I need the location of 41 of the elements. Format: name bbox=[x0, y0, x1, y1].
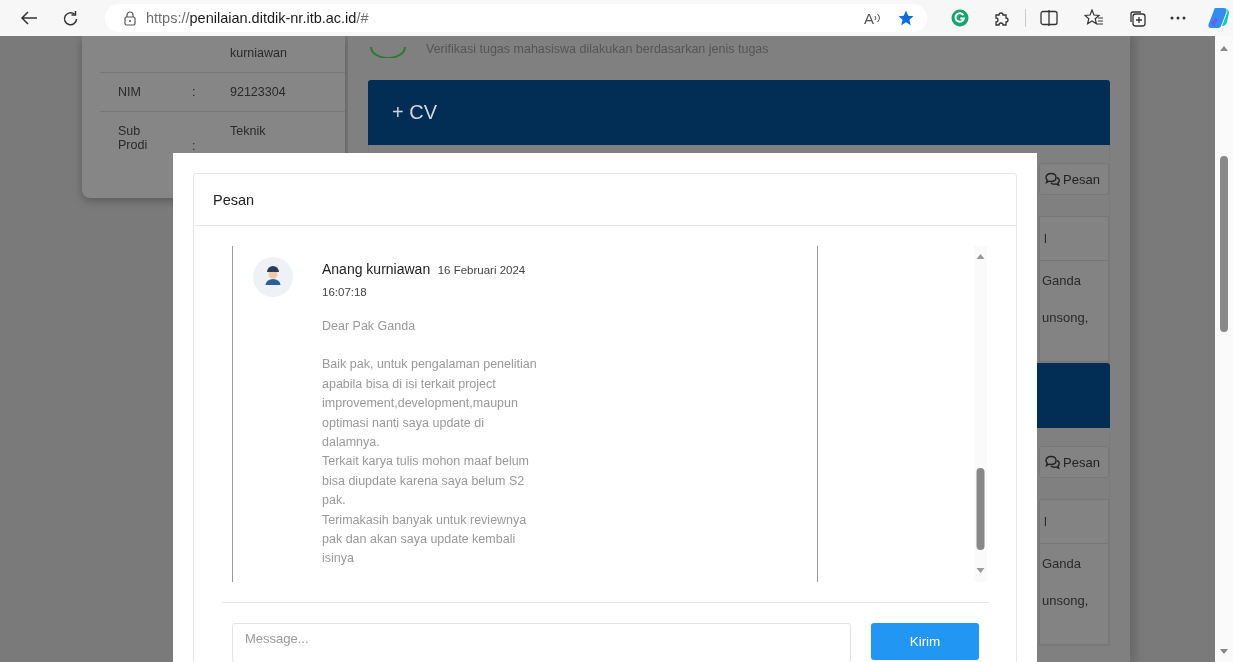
table-cell-text: unsong, bbox=[1042, 310, 1090, 325]
table-cell: l bbox=[1044, 514, 1047, 529]
refresh-icon[interactable] bbox=[62, 9, 79, 27]
field-value: Teknik bbox=[230, 124, 267, 140]
message-text: Baik pak, untuk pengalaman penelitian apabila bisa di isi terkait project improvement,development,maupun optimasi nanti saya update di dalamnya. Terkait karya tulis mohon maaf belum bisa diupdate karena saya belum S2 pak. Terimakasih banyak untuk reviewnya pak dan akan saya update kembali isinya bbox=[322, 356, 538, 568]
sender-name: Anang kurniawan bbox=[322, 261, 431, 277]
chat-bubbles-icon bbox=[1045, 455, 1060, 469]
message-button[interactable]: Pesan bbox=[1039, 163, 1109, 195]
message-button[interactable]: Pesan bbox=[1039, 446, 1109, 478]
separator-text: : bbox=[192, 139, 197, 153]
message-input[interactable]: Message... bbox=[232, 623, 851, 662]
table-cell-text: Ganda bbox=[1042, 556, 1083, 571]
message-time: 16:07:18 bbox=[322, 286, 368, 298]
field-value: kurniawan bbox=[230, 46, 288, 60]
field-value: 92123304 bbox=[230, 85, 287, 99]
table-cell: l bbox=[1044, 231, 1047, 246]
url-text: https://penilaian.ditdik-nr.itb.ac.id/# bbox=[146, 10, 369, 26]
grammar-extension-icon[interactable] bbox=[951, 9, 969, 27]
lock-icon bbox=[124, 10, 136, 26]
favorite-star-icon[interactable] bbox=[897, 9, 915, 27]
avatar-icon bbox=[253, 257, 293, 297]
address-bar[interactable]: https://penilaian.ditdik-nr.itb.ac.id/# A bbox=[105, 4, 927, 32]
field-label: Sub Prodi bbox=[118, 124, 149, 154]
copilot-icon[interactable] bbox=[1208, 7, 1232, 29]
collections-icon[interactable] bbox=[1128, 9, 1146, 27]
table-cell-text: Ganda bbox=[1042, 273, 1083, 288]
more-icon[interactable] bbox=[1170, 16, 1186, 20]
chat-scrollbar[interactable] bbox=[974, 246, 987, 582]
back-icon[interactable] bbox=[20, 10, 38, 26]
section-title[interactable]: + CV bbox=[392, 101, 438, 124]
field-label: NIM bbox=[118, 85, 142, 99]
dialog-title: Pesan bbox=[213, 191, 255, 208]
message-text: Dear Pak Ganda bbox=[322, 318, 417, 335]
message-date: 16 Februari 2024 bbox=[437, 264, 526, 276]
chat-bubbles-icon bbox=[1045, 172, 1060, 186]
favorites-icon[interactable] bbox=[1084, 9, 1104, 27]
table-cell-text: unsong, bbox=[1042, 593, 1090, 608]
page-scrollbar[interactable] bbox=[1215, 36, 1233, 662]
extensions-icon[interactable] bbox=[993, 9, 1011, 27]
separator-text: : bbox=[192, 85, 197, 99]
split-screen-icon[interactable] bbox=[1040, 10, 1058, 26]
